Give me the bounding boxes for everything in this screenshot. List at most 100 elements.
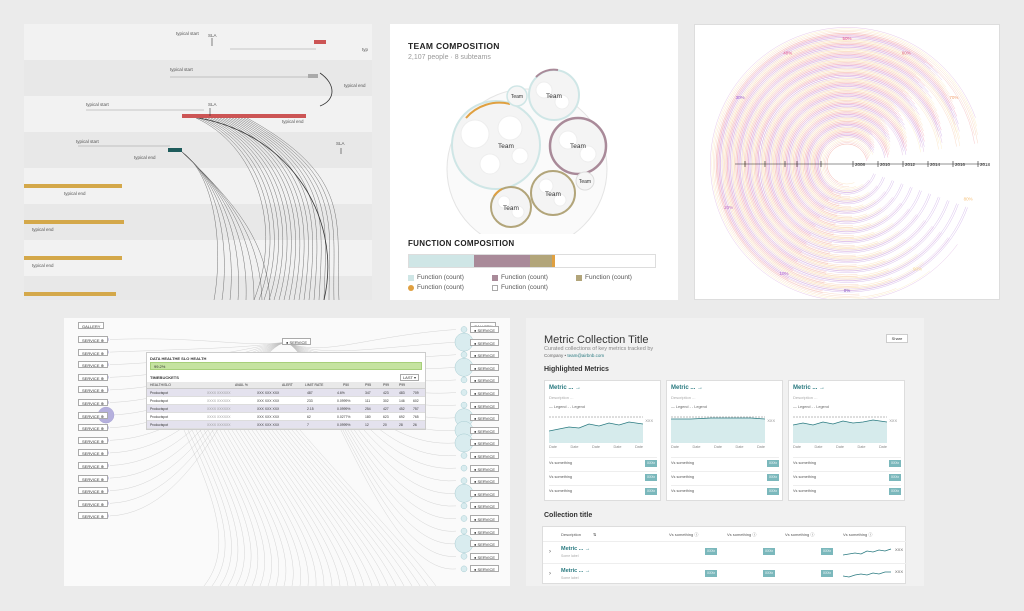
service-node-right[interactable]: ● SERVICE [470,552,500,560]
service-node-right[interactable]: ● SERVICE [470,363,500,371]
year-label: 2018 [980,162,991,167]
comparison-badge: XXXx [645,474,657,481]
metric-card-title[interactable]: Metric ... → [671,385,703,391]
column-header[interactable]: LIMIT RATE [305,383,323,387]
function-segment[interactable] [474,255,530,267]
comparison-badge: XXXx [889,488,901,495]
table-cell: XXX XXX XXX [257,415,280,419]
comparison-row: Vs something XXXx [671,457,779,469]
time-filter-select[interactable]: LAST ▾ [399,374,419,381]
chevron-right-icon[interactable]: › [549,571,551,577]
service-node-left[interactable]: SERVICE ⊕ [78,512,108,520]
service-node-right[interactable]: ● SERVICE [470,401,500,409]
service-node[interactable] [460,464,468,472]
team-bubble[interactable] [451,100,541,190]
date-tick: Date [814,445,823,449]
table-row[interactable]: Productspot XXXX XXXXXX XXX XXX XXX 7 0.0999… [147,421,425,429]
service-node-right[interactable]: ● SERVICE [470,515,500,522]
table-row[interactable]: › Metric ... → Some label XXXx XXXx XXXx… [543,563,907,585]
service-node-left[interactable]: SERVICE ⊕ [78,474,108,482]
service-node-right[interactable]: ● SERVICE [470,426,500,434]
column-header[interactable]: P50 [343,383,349,387]
column-header[interactable]: HEALTH/SLO [150,383,171,387]
value-badge: XXXx [705,570,717,577]
service-node[interactable] [460,515,468,522]
service-node-left[interactable]: SERVICE ⊕ [78,487,108,495]
service-node-left[interactable]: SERVICE ⊕ [78,386,108,394]
service-node[interactable] [460,326,468,333]
service-node[interactable] [460,401,468,409]
service-node[interactable] [460,452,468,459]
service-node-right[interactable]: ● SERVICE [470,452,500,459]
service-node-right[interactable]: ● SERVICE [470,439,500,447]
metric-card[interactable]: Metric ... → Description ... — Legend - - … [666,380,783,501]
metric-card[interactable]: Metric ... → Description ... — Legend - - … [788,380,905,501]
table-row[interactable]: Productspot XXXX XXXXXX XXX XXX XXX 487 4.6%… [147,389,425,397]
service-node[interactable] [460,351,468,358]
table-cell: 20 [383,423,387,427]
service-node-left[interactable]: SERVICE ⊕ [78,436,108,444]
team-email-link[interactable]: team@airbnb.com [567,353,604,358]
service-node-right[interactable]: ● SERVICE [470,414,500,422]
service-node-right[interactable]: ● SERVICE [470,351,500,359]
column-header[interactable]: P99 [399,383,405,387]
col-header-description[interactable]: Description [561,532,581,537]
service-node-left[interactable]: SERVICE ⊕ [78,411,108,419]
function-segment[interactable] [530,255,552,267]
metric-card-title[interactable]: Metric ... → [793,385,825,391]
service-node-left[interactable]: SERVICE ⊕ [78,336,108,343]
service-node-right[interactable]: ● SERVICE [470,565,500,573]
gallery-header-left[interactable]: GALLERY [78,322,105,329]
service-node-left[interactable]: SERVICE ⊕ [78,361,108,369]
column-header[interactable]: P95 [365,383,371,387]
metric-card[interactable]: Metric ... → Description ... — Legend - - … [544,380,661,501]
service-node-right[interactable]: ● SERVICE [470,489,500,497]
table-row[interactable]: Productspot XXXX XXXXXX XXX XXX XXX 233 0.09… [147,397,425,405]
service-node[interactable] [460,553,468,560]
service-node-center[interactable]: ● SERVICE [282,338,312,345]
service-node-right[interactable]: ● SERVICE [470,326,500,333]
service-node[interactable] [460,502,468,510]
col-header-icon[interactable]: ⇅ [593,532,596,537]
col-header-vs[interactable]: Vs something ⓘ [843,532,872,538]
service-node-right[interactable]: ● SERVICE [470,338,500,346]
service-node-left[interactable]: SERVICE ⊕ [78,499,108,507]
chevron-right-icon[interactable]: › [549,549,551,555]
col-header-vs[interactable]: Vs something ⓘ [727,532,756,538]
service-node-left[interactable]: SERVICE ⊕ [78,449,108,457]
service-node-right[interactable]: ● SERVICE [470,464,500,472]
row-title[interactable]: Metric ... → [561,546,590,552]
col-header-vs[interactable]: Vs something ⓘ [669,532,698,538]
service-node[interactable] [460,477,468,484]
function-segment[interactable] [555,255,655,267]
table-cell: 0.0999% [337,407,351,411]
table-row[interactable]: Productspot XXXX XXXXXX XXX XXX XXX 62 0.027… [147,413,425,421]
service-node-left[interactable]: SERVICE ⊕ [78,462,108,469]
service-node[interactable] [460,389,468,396]
service-node[interactable] [460,376,468,384]
service-node-right[interactable]: ● SERVICE [470,477,500,485]
service-node-right[interactable]: ● SERVICE [470,540,500,548]
service-node[interactable] [460,565,468,573]
slo-status-value: 99.2% [154,364,166,369]
column-header[interactable]: AVAIL % [235,383,248,387]
row-title[interactable]: Metric ... → [561,568,590,574]
column-header[interactable]: P99 [383,383,389,387]
service-node-left[interactable]: SERVICE ⊕ [78,399,108,406]
service-node-left[interactable]: SERVICE ⊕ [78,424,108,432]
service-node-right[interactable]: ● SERVICE [470,502,500,510]
service-node-right[interactable]: ● SERVICE [470,389,500,396]
service-node-left[interactable]: SERVICE ⊕ [78,373,108,381]
service-node[interactable] [460,527,468,535]
table-row[interactable]: › Metric ... → Some label XXXx XXXx XXXx… [543,541,907,563]
column-header[interactable]: ALERT [282,383,293,387]
service-node-right[interactable]: ● SERVICE [470,527,500,535]
metric-card-title[interactable]: Metric ... → [549,385,581,391]
metric-area-chart [549,416,643,443]
col-header-vs[interactable]: Vs something ⓘ [785,532,814,538]
table-row[interactable]: Productspot XXXX XXXXXX XXX XXX XXX 2.15 0.0… [147,405,425,413]
service-node-left[interactable]: SERVICE ⊕ [78,348,108,356]
service-node-right[interactable]: ● SERVICE [470,376,500,384]
share-button[interactable]: Share [886,334,908,343]
function-segment[interactable] [409,255,474,267]
